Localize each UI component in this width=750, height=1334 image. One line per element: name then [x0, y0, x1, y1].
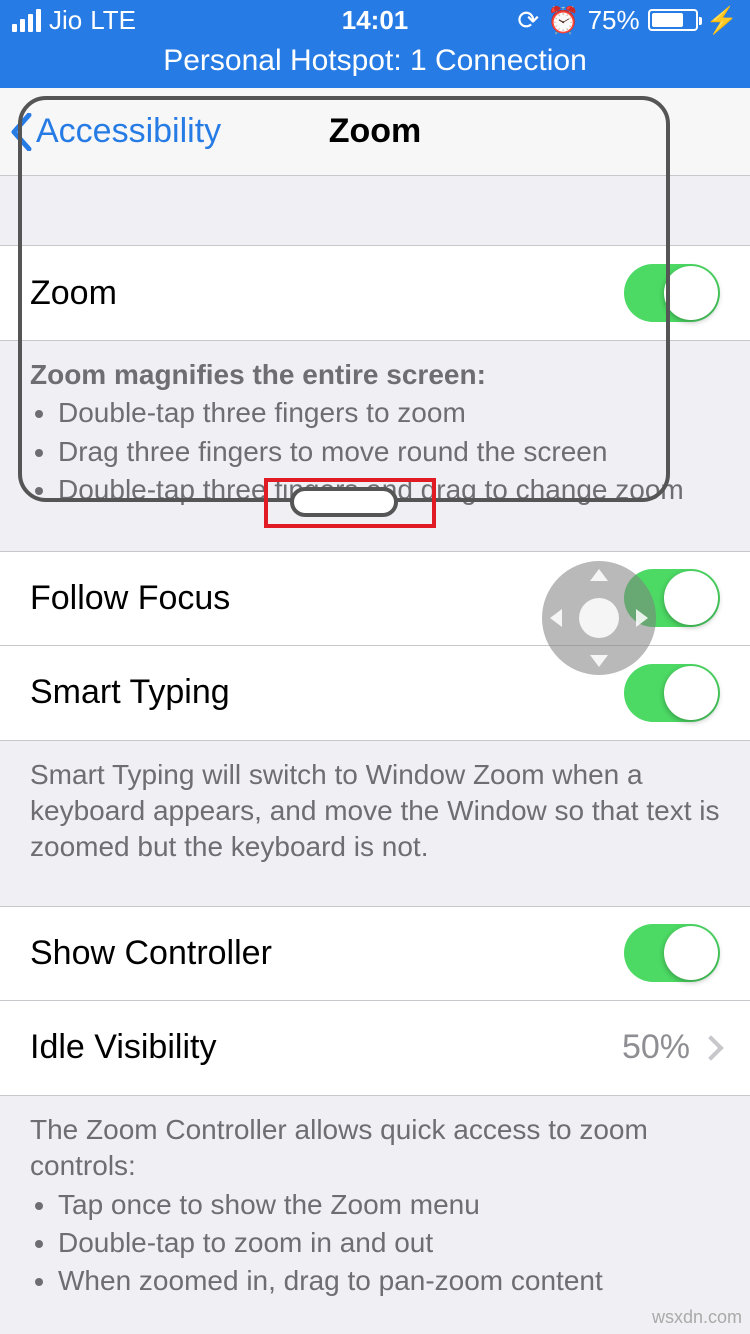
- zoom-row: Zoom: [0, 246, 750, 340]
- network-label: LTE: [90, 5, 136, 36]
- arrow-left-icon: [550, 609, 562, 627]
- arrow-right-icon: [636, 609, 648, 627]
- zoom-controller[interactable]: [542, 561, 656, 675]
- chevron-left-icon: [10, 113, 32, 151]
- charging-icon: ⚡: [706, 5, 738, 36]
- idle-visibility-value: 50%: [622, 1028, 690, 1067]
- hotspot-banner[interactable]: Personal Hotspot: 1 Connection: [0, 40, 750, 88]
- smart-typing-label: Smart Typing: [30, 673, 230, 712]
- zoom-footer: Zoom magnifies the entire screen: Double…: [0, 341, 750, 551]
- back-button[interactable]: Accessibility: [0, 112, 221, 151]
- status-bar: Jio LTE 14:01 ⟳ ⏰ 75% ⚡ Personal Hotspot…: [0, 0, 750, 88]
- nav-bar: Accessibility Zoom: [0, 88, 750, 176]
- idle-visibility-row[interactable]: Idle Visibility 50%: [0, 1001, 750, 1095]
- alarm-icon: ⏰: [547, 5, 579, 36]
- show-controller-row: Show Controller: [0, 907, 750, 1001]
- rotation-lock-icon: ⟳: [517, 5, 539, 36]
- battery-icon: [648, 9, 698, 31]
- signal-icon: [12, 9, 41, 32]
- zoom-label: Zoom: [30, 274, 117, 313]
- arrow-up-icon: [590, 569, 608, 581]
- chevron-right-icon: [698, 1035, 723, 1060]
- watermark: wsxdn.com: [652, 1307, 742, 1328]
- smart-typing-footer: Smart Typing will switch to Window Zoom …: [0, 741, 750, 906]
- zoom-window-handle[interactable]: [290, 487, 398, 517]
- show-controller-label: Show Controller: [30, 934, 272, 973]
- follow-focus-label: Follow Focus: [30, 579, 230, 618]
- arrow-down-icon: [590, 655, 608, 667]
- carrier-label: Jio: [49, 5, 82, 36]
- zoom-toggle[interactable]: [624, 264, 720, 322]
- smart-typing-toggle[interactable]: [624, 664, 720, 722]
- back-label: Accessibility: [36, 112, 221, 151]
- idle-visibility-label: Idle Visibility: [30, 1028, 216, 1067]
- battery-percent: 75%: [588, 5, 640, 36]
- clock-label: 14:01: [342, 5, 409, 36]
- controller-center-icon: [579, 598, 619, 638]
- show-controller-toggle[interactable]: [624, 924, 720, 982]
- controller-footer: The Zoom Controller allows quick access …: [0, 1096, 750, 1300]
